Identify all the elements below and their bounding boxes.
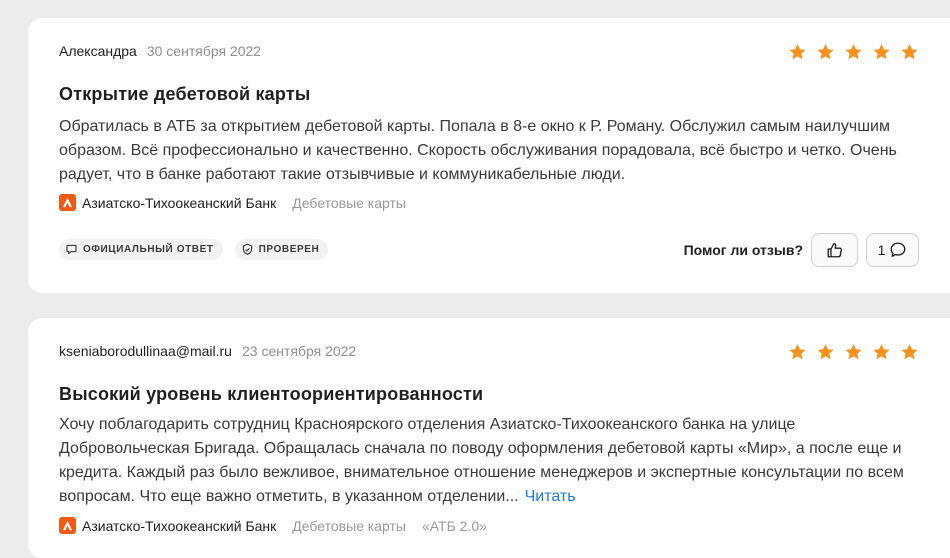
comment-button[interactable]: 1 — [866, 233, 919, 267]
verified-badge: ПРОВЕРЕН — [234, 239, 329, 260]
comment-icon — [890, 242, 906, 257]
review-date: 30 сентября 2022 — [146, 43, 262, 59]
review-title[interactable]: Высокий уровень клиентоориентированности — [59, 384, 483, 405]
star-icon — [901, 344, 918, 360]
helpful-vote: Помог ли отзыв? 1 — [684, 233, 919, 267]
star-icon — [817, 44, 834, 60]
star-icon — [789, 344, 806, 360]
bank-row: Азиатско-Тихоокеанский Банк Дебетовые ка… — [59, 517, 487, 534]
official-answer-badge[interactable]: ОФИЦИАЛЬНЫЙ ОТВЕТ — [59, 239, 223, 260]
shield-check-icon — [242, 243, 252, 255]
star-icon — [873, 44, 890, 60]
comment-count: 1 — [877, 242, 886, 258]
verified-label: ПРОВЕРЕН — [258, 244, 320, 255]
rating-stars — [788, 343, 919, 361]
review-card: kseniaborodullinaa@mail.ru 23 сентября 2… — [28, 318, 950, 558]
star-icon — [901, 44, 918, 60]
review-badges: ОФИЦИАЛЬНЫЙ ОТВЕТ ПРОВЕРЕН — [59, 239, 329, 260]
bank-row: Азиатско-Тихоокеанский Банк Дебетовые ка… — [59, 194, 406, 211]
review-body-text: Хочу поблагодарить сотрудниц Красноярско… — [59, 416, 904, 505]
review-body: Обратилась в АТБ за открытием дебетовой … — [59, 118, 897, 183]
star-icon — [817, 344, 834, 360]
star-icon — [873, 344, 890, 360]
read-more-link[interactable]: Читать — [525, 488, 576, 505]
product-tag[interactable]: «АТБ 2.0» — [422, 518, 487, 534]
official-answer-label: ОФИЦИАЛЬНЫЙ ОТВЕТ — [83, 244, 214, 255]
helpful-question: Помог ли отзыв? — [683, 242, 803, 258]
review-body: Хочу поблагодарить сотрудниц Красноярско… — [59, 413, 929, 509]
review-meta: Александра 30 сентября 2022 — [59, 43, 261, 59]
review-title[interactable]: Открытие дебетовой карты — [59, 84, 310, 105]
product-tag[interactable]: Дебетовые карты — [292, 518, 406, 534]
bank-name-link[interactable]: Азиатско-Тихоокеанский Банк — [82, 195, 276, 211]
review-author[interactable]: kseniaborodullinaa@mail.ru — [59, 343, 232, 359]
bank-name-link[interactable]: Азиатско-Тихоокеанский Банк — [82, 518, 276, 534]
review-author[interactable]: Александра — [59, 43, 137, 59]
star-icon — [845, 344, 862, 360]
atb-logo-icon — [59, 194, 76, 211]
product-tag[interactable]: Дебетовые карты — [292, 195, 406, 211]
thumbs-up-icon — [827, 243, 842, 258]
star-icon — [789, 44, 806, 60]
atb-logo-icon — [59, 517, 76, 534]
review-date: 23 сентября 2022 — [241, 343, 357, 359]
rating-stars — [788, 43, 919, 61]
speech-bubble-icon — [66, 244, 77, 255]
like-button[interactable] — [811, 233, 858, 267]
star-icon — [845, 44, 862, 60]
review-meta: kseniaborodullinaa@mail.ru 23 сентября 2… — [59, 343, 356, 359]
